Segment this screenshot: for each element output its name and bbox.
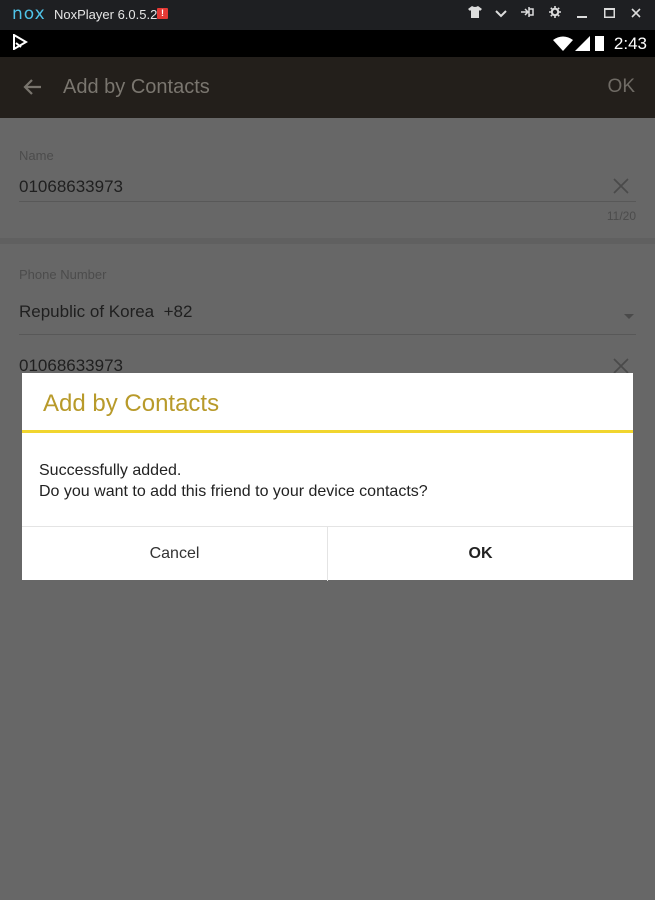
- notification-icon: [12, 33, 28, 54]
- dialog-ok-button[interactable]: OK: [328, 527, 633, 581]
- dialog-button-row: Cancel OK: [22, 526, 633, 581]
- back-arrow-icon[interactable]: [21, 75, 45, 99]
- pin-icon[interactable]: [517, 6, 537, 24]
- section-divider: [0, 238, 655, 244]
- dialog-title-rule: [22, 430, 633, 433]
- dropdown-arrow-icon[interactable]: [624, 314, 634, 319]
- page-title: Add by Contacts: [63, 76, 210, 98]
- clear-phone-icon[interactable]: [613, 358, 629, 374]
- alert-badge[interactable]: !: [157, 8, 168, 19]
- dialog-title: Add by Contacts: [43, 390, 220, 417]
- battery-icon: [595, 36, 604, 51]
- name-char-counter: 11/20: [606, 209, 636, 223]
- android-status-bar: 2:43: [0, 30, 655, 57]
- close-icon[interactable]: [626, 6, 646, 24]
- nox-logo: nox: [12, 4, 46, 24]
- emulator-window: nox NoxPlayer 6.0.5.2 ! 2:43 Add by Cont…: [0, 0, 655, 900]
- maximize-icon[interactable]: [599, 6, 619, 24]
- name-underline: [19, 201, 636, 202]
- name-field[interactable]: 01068633973: [19, 177, 123, 197]
- signal-icon: [575, 36, 590, 56]
- app-bar: Add by Contacts OK: [0, 57, 655, 118]
- country-underline: [19, 334, 636, 335]
- confirm-dialog: Add by Contacts Successfully added. Do y…: [22, 373, 633, 581]
- cancel-button[interactable]: Cancel: [22, 527, 327, 581]
- dialog-message-line2: Do you want to add this friend to your d…: [39, 483, 428, 500]
- clock: 2:43: [613, 34, 647, 53]
- phone-number-label: Phone Number: [19, 267, 107, 282]
- country-code-select[interactable]: Republic of Korea +82: [19, 302, 192, 322]
- dialog-message-line1: Successfully added.: [39, 462, 182, 479]
- chevron-down-icon[interactable]: [491, 6, 511, 24]
- emulator-title: NoxPlayer 6.0.5.2: [54, 7, 158, 22]
- gear-icon[interactable]: [545, 6, 565, 24]
- minimize-icon[interactable]: [572, 6, 592, 24]
- clear-name-icon[interactable]: [613, 178, 629, 194]
- dialog-message: Successfully added. Do you want to add t…: [39, 460, 428, 502]
- shirt-icon[interactable]: [465, 6, 485, 24]
- name-label: Name: [19, 148, 54, 163]
- ok-button[interactable]: OK: [608, 76, 635, 98]
- wifi-icon: [553, 36, 573, 56]
- emulator-title-bar: nox NoxPlayer 6.0.5.2 !: [0, 0, 655, 30]
